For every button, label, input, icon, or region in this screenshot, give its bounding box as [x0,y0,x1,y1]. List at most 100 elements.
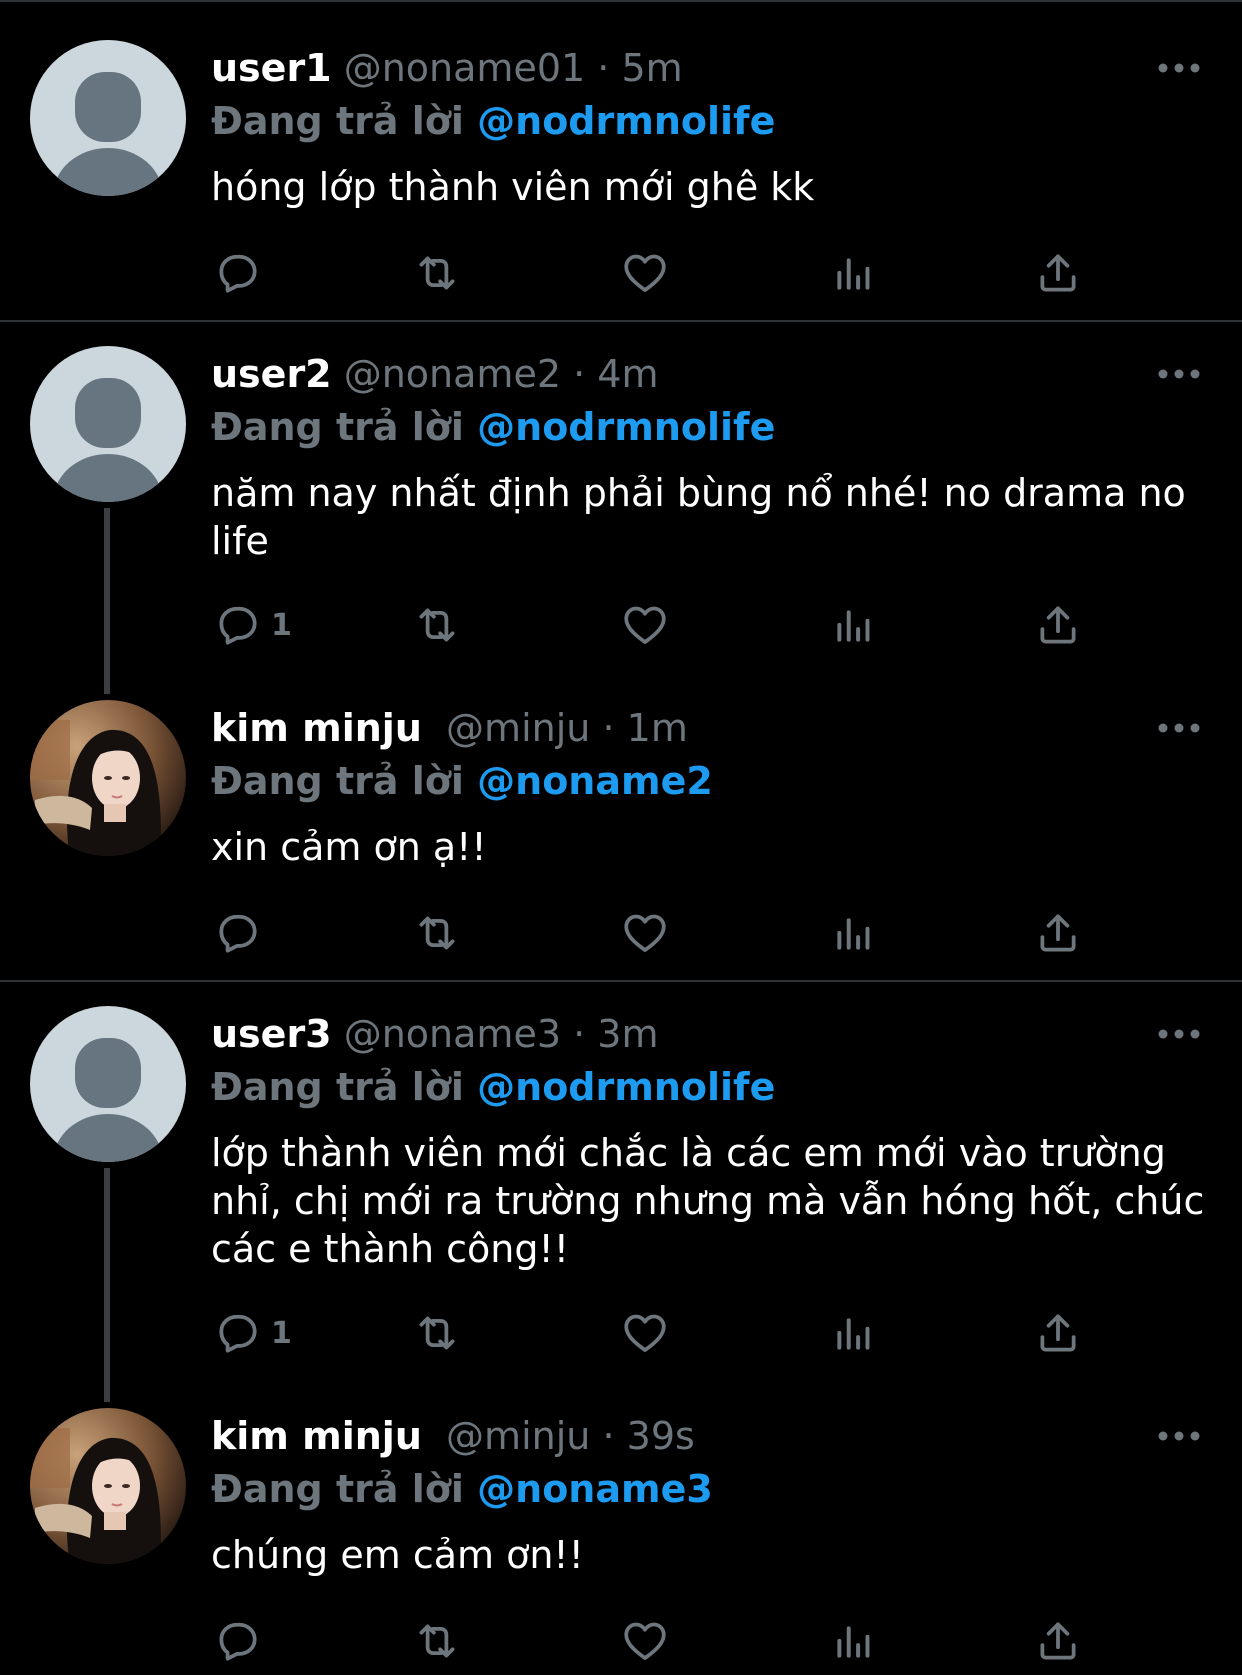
avatar[interactable] [30,1408,186,1564]
timestamp[interactable]: 4m [597,352,658,396]
more-options-icon[interactable] [1157,1024,1201,1044]
share-icon [1033,248,1083,298]
share-icon [1033,1308,1083,1358]
analytics-button[interactable] [828,1303,878,1363]
display-name[interactable]: user2 [211,352,332,396]
replying-to: Đang trả lời @noname2 [211,756,713,806]
tweet-header: user1 @noname01 · 5m [211,40,683,96]
top-divider [0,0,1242,2]
tweet-header: kim minju @minju · 39s [211,1408,695,1464]
tweet-text: xin cảm ơn ạ!! [211,825,487,869]
tweet-text: chúng em cảm ơn!! [211,1533,584,1577]
tweet-actions [0,1611,1242,1671]
share-button[interactable] [1033,595,1083,655]
separator-dot: · [597,46,610,90]
separator-dot: · [602,706,615,750]
tweet-actions: 1 [0,1303,1242,1363]
share-icon [1033,908,1083,958]
share-icon [1033,600,1083,650]
like-button[interactable] [620,1611,670,1671]
retweet-button[interactable] [412,903,462,963]
display-name[interactable]: user3 [211,1012,332,1056]
tweet-actions [0,243,1242,303]
reply-button[interactable]: 1 [213,595,292,655]
analytics-button[interactable] [828,903,878,963]
share-button[interactable] [1033,1303,1083,1363]
user-handle[interactable]: @minju [446,706,590,750]
retweet-button[interactable] [412,1303,462,1363]
reply-button[interactable]: 1 [213,1303,292,1363]
tweet-text: hóng lớp thành viên mới ghê kk [211,165,815,209]
analytics-icon [828,1616,878,1666]
analytics-button[interactable] [828,1611,878,1671]
mention-link[interactable]: @noname3 [477,1467,713,1511]
share-button[interactable] [1033,903,1083,963]
user-handle[interactable]: @noname2 [344,352,561,396]
share-button[interactable] [1033,1611,1083,1671]
like-icon [620,1308,670,1358]
like-icon [620,600,670,650]
tweet-divider [0,980,1242,982]
analytics-icon [828,908,878,958]
timestamp[interactable]: 3m [597,1012,658,1056]
replying-to: Đang trả lời @nodrmnolife [211,402,775,452]
like-button[interactable] [620,903,670,963]
reply-button[interactable] [213,903,263,963]
reply-icon [213,248,263,298]
reply-button[interactable] [213,1611,263,1671]
mention-link[interactable]: @nodrmnolife [477,99,775,143]
separator-dot: · [602,1414,615,1458]
avatar[interactable] [30,40,186,196]
timestamp[interactable]: 39s [627,1414,695,1458]
like-button[interactable] [620,243,670,303]
analytics-button[interactable] [828,595,878,655]
separator-dot: · [573,352,586,396]
avatar[interactable] [30,346,186,502]
like-icon [620,248,670,298]
avatar[interactable] [30,1006,186,1162]
display-name[interactable]: kim minju [211,706,422,750]
avatar[interactable] [30,700,186,856]
analytics-icon [828,1308,878,1358]
more-options-icon[interactable] [1157,1426,1201,1446]
more-options-icon[interactable] [1157,364,1201,384]
retweet-button[interactable] [412,243,462,303]
reply-icon [213,1308,263,1358]
display-name[interactable]: kim minju [211,1414,422,1458]
separator-dot: · [573,1012,586,1056]
more-options-icon[interactable] [1157,58,1201,78]
tweet-header: user3 @noname3 · 3m [211,1006,658,1062]
replying-to: Đang trả lời @noname3 [211,1464,713,1514]
mention-link[interactable]: @nodrmnolife [477,1065,775,1109]
mention-link[interactable]: @noname2 [477,759,713,803]
retweet-icon [412,1616,462,1666]
tweet-divider [0,320,1242,322]
tweet-text: năm nay nhất định phải bùng nổ nhé! no d… [211,471,1186,563]
like-button[interactable] [620,1303,670,1363]
analytics-button[interactable] [828,243,878,303]
timestamp[interactable]: 1m [627,706,688,750]
retweet-button[interactable] [412,595,462,655]
more-options-icon[interactable] [1157,718,1201,738]
reply-icon [213,1616,263,1666]
tweet-actions [0,903,1242,963]
user-handle[interactable]: @minju [446,1414,590,1458]
user-handle[interactable]: @noname3 [344,1012,561,1056]
display-name[interactable]: user1 [211,46,332,90]
replying-to-label: Đang trả lời [211,405,464,449]
like-icon [620,908,670,958]
analytics-icon [828,600,878,650]
like-button[interactable] [620,595,670,655]
reply-count: 1 [271,1315,292,1351]
replying-to-label: Đang trả lời [211,99,464,143]
tweet-header: kim minju @minju · 1m [211,700,688,756]
retweet-button[interactable] [412,1611,462,1671]
reply-button[interactable] [213,243,263,303]
timestamp[interactable]: 5m [621,46,682,90]
retweet-icon [412,908,462,958]
reply-icon [213,600,263,650]
user-handle[interactable]: @noname01 [344,46,585,90]
share-button[interactable] [1033,243,1083,303]
mention-link[interactable]: @nodrmnolife [477,405,775,449]
share-icon [1033,1616,1083,1666]
